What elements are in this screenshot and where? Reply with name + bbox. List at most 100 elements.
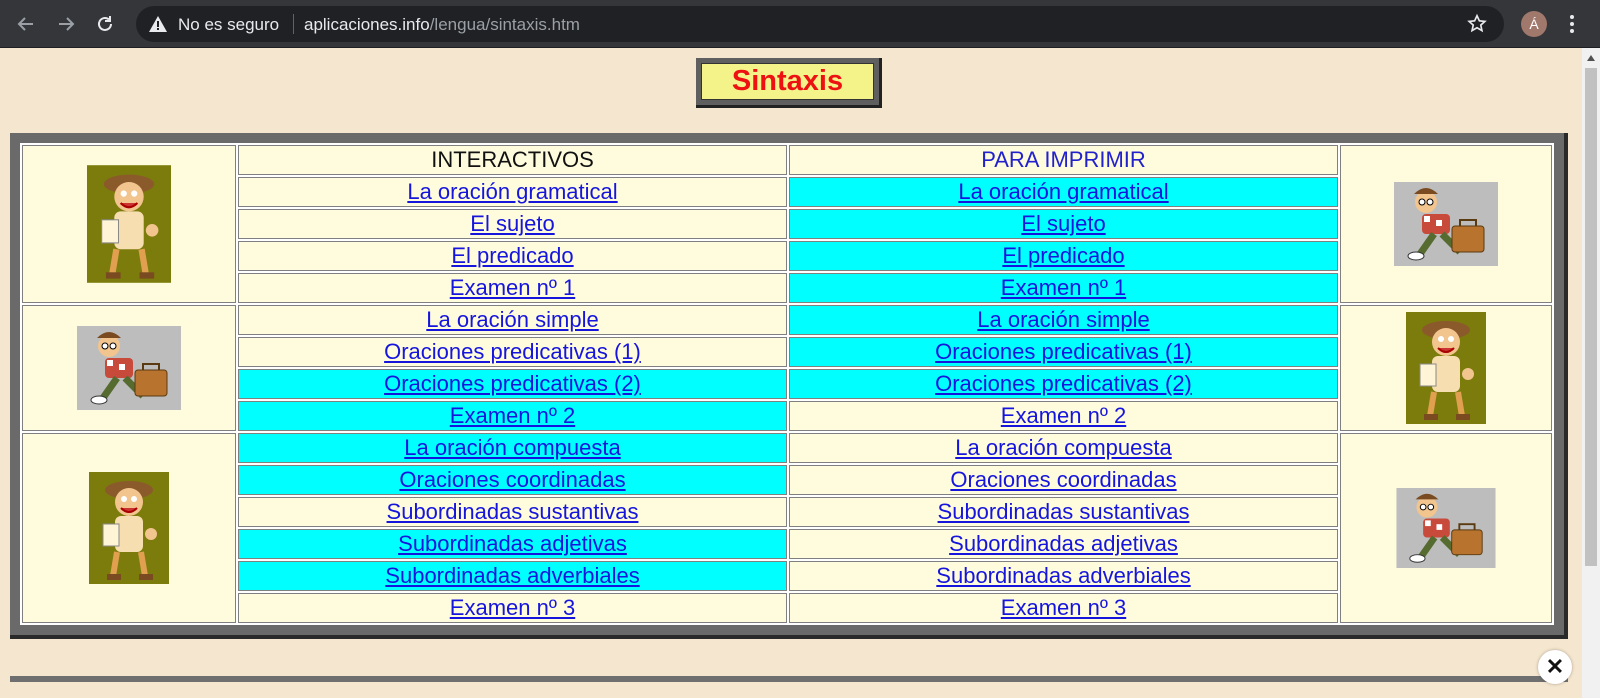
print-cell: Examen nº 1 (789, 273, 1338, 303)
interactive-cell: Examen nº 2 (238, 401, 787, 431)
warning-triangle-icon[interactable] (148, 14, 168, 34)
interactive-cell: El sujeto (238, 209, 787, 239)
interactive-link[interactable]: Examen nº 1 (450, 275, 575, 300)
table-row: Examen nº 2 Examen nº 2 (22, 401, 1552, 431)
print-cell: La oración simple (789, 305, 1338, 335)
print-link[interactable]: Oraciones predicativas (2) (935, 371, 1192, 396)
print-link[interactable]: El sujeto (1021, 211, 1105, 236)
print-link[interactable]: Examen nº 2 (1001, 403, 1126, 428)
table-row: La oración simple La oración simple (22, 305, 1552, 431)
interactive-link[interactable]: Subordinadas adjetivas (398, 531, 627, 556)
interactive-link[interactable]: La oración gramatical (407, 179, 617, 204)
security-label[interactable]: No es seguro (178, 15, 279, 35)
print-cell: Oraciones predicativas (2) (789, 369, 1338, 399)
print-link[interactable]: Subordinadas adverbiales (936, 563, 1190, 588)
interactive-cell: Oraciones predicativas (1) (238, 337, 787, 367)
print-cell: El predicado (789, 241, 1338, 271)
print-link[interactable]: El predicado (1002, 243, 1124, 268)
table-header-row: INTERACTIVOS PARA IMPRIMIR (22, 145, 1552, 303)
star-icon[interactable] (1466, 13, 1488, 35)
print-cell: La oración gramatical (789, 177, 1338, 207)
table-row: Examen nº 1 Examen nº 1 (22, 273, 1552, 303)
cartoon-character-standing-icon (87, 165, 171, 283)
arrow-right-icon (59, 17, 75, 31)
figure-cell-right-3 (1340, 433, 1552, 623)
interactive-link[interactable]: El sujeto (470, 211, 554, 236)
print-link[interactable]: La oración simple (977, 307, 1149, 332)
arrow-left-icon (17, 17, 33, 31)
figure-cell-left-2 (22, 305, 236, 431)
table-row: Subordinadas adjetivas Subordinadas adjet… (22, 529, 1552, 559)
table-row: Oraciones predicativas (1) Oraciones pred… (22, 337, 1552, 367)
print-cell: Oraciones predicativas (1) (789, 337, 1338, 367)
print-link[interactable]: La oración gramatical (958, 179, 1168, 204)
print-link[interactable]: Oraciones coordinadas (950, 467, 1176, 492)
topics-table-frame: INTERACTIVOS PARA IMPRIMIR La oración gram… (10, 133, 1568, 639)
figure-cell-left-1 (22, 145, 236, 303)
table-row: Subordinadas adverbiales Subordinadas adv… (22, 561, 1552, 591)
interactive-cell: La oración simple (238, 305, 787, 335)
print-cell: Oraciones coordinadas (789, 465, 1338, 495)
interactive-link[interactable]: Examen nº 3 (450, 595, 575, 620)
address-bar[interactable]: No es seguro aplicaciones.info/lengua/si… (136, 6, 1504, 42)
forward-button[interactable] (52, 10, 80, 38)
back-button[interactable] (12, 10, 40, 38)
cartoon-character-with-briefcase-icon (1395, 488, 1497, 568)
table-row: Oraciones predicativas (2) Oraciones pred… (22, 369, 1552, 399)
interactive-cell: Examen nº 3 (238, 593, 787, 623)
interactive-link[interactable]: Subordinadas adverbiales (385, 563, 639, 588)
interactive-cell: Subordinadas sustantivas (238, 497, 787, 527)
page-content: Sintaxis INTERACTIVOS PARA IMPRIMIR La ora… (0, 48, 1582, 698)
header-para-imprimir: PARA IMPRIMIR (789, 145, 1338, 175)
figure-cell-right-1 (1340, 145, 1552, 303)
interactive-cell: Examen nº 1 (238, 273, 787, 303)
interactive-link[interactable]: Examen nº 2 (450, 403, 575, 428)
print-link[interactable]: La oración compuesta (955, 435, 1171, 460)
table-row: El sujeto El sujeto (22, 209, 1552, 239)
interactive-link[interactable]: La oración compuesta (404, 435, 620, 460)
table-row: Oraciones coordinadas Oraciones coordinad… (22, 465, 1552, 495)
interactive-link[interactable]: El predicado (451, 243, 573, 268)
vertical-scrollbar[interactable] (1582, 48, 1600, 698)
scrollbar-thumb[interactable] (1585, 68, 1597, 566)
close-icon[interactable]: ✕ (1538, 650, 1572, 684)
page-title: Sintaxis (701, 63, 874, 100)
reload-icon (98, 16, 112, 31)
print-cell: Examen nº 2 (789, 401, 1338, 431)
url-path: /lengua/sintaxis.htm (429, 15, 580, 34)
interactive-link[interactable]: Subordinadas sustantivas (387, 499, 639, 524)
print-link[interactable]: Oraciones predicativas (1) (935, 339, 1192, 364)
print-cell: Subordinadas adjetivas (789, 529, 1338, 559)
print-link[interactable]: Subordinadas adjetivas (949, 531, 1178, 556)
interactive-cell: Oraciones predicativas (2) (238, 369, 787, 399)
interactive-link[interactable]: Oraciones predicativas (1) (384, 339, 641, 364)
interactive-cell: Subordinadas adjetivas (238, 529, 787, 559)
page-title-box: Sintaxis (696, 58, 882, 108)
figure-cell-right-2 (1340, 305, 1552, 431)
interactive-link[interactable]: Oraciones coordinadas (399, 467, 625, 492)
print-link[interactable]: Examen nº 1 (1001, 275, 1126, 300)
table-row: La oración gramatical La oración gramatic… (22, 177, 1552, 207)
topics-table: INTERACTIVOS PARA IMPRIMIR La oración gram… (20, 143, 1554, 625)
url-text[interactable]: aplicaciones.info/lengua/sintaxis.htm (304, 15, 580, 35)
table-row: El predicado El predicado (22, 241, 1552, 271)
cartoon-character-standing-icon (89, 472, 169, 584)
print-link[interactable]: Examen nº 3 (1001, 595, 1126, 620)
interactive-cell: La oración gramatical (238, 177, 787, 207)
print-link[interactable]: Subordinadas sustantivas (938, 499, 1190, 524)
separator (293, 14, 294, 34)
interactive-cell: Oraciones coordinadas (238, 465, 787, 495)
print-cell: Examen nº 3 (789, 593, 1338, 623)
avatar[interactable]: Á (1521, 11, 1547, 37)
table-row: La oración compuesta La oración compuesta (22, 433, 1552, 623)
print-cell: Subordinadas sustantivas (789, 497, 1338, 527)
figure-cell-left-3 (22, 433, 236, 623)
interactive-link[interactable]: La oración simple (426, 307, 598, 332)
bottom-divider (10, 676, 1568, 682)
reload-button[interactable] (91, 10, 119, 38)
kebab-menu-icon[interactable] (1566, 12, 1578, 36)
interactive-link[interactable]: Oraciones predicativas (2) (384, 371, 641, 396)
table-row: Subordinadas sustantivas Subordinadas sus… (22, 497, 1552, 527)
scroll-up-arrow-icon[interactable] (1587, 55, 1595, 61)
print-cell: El sujeto (789, 209, 1338, 239)
